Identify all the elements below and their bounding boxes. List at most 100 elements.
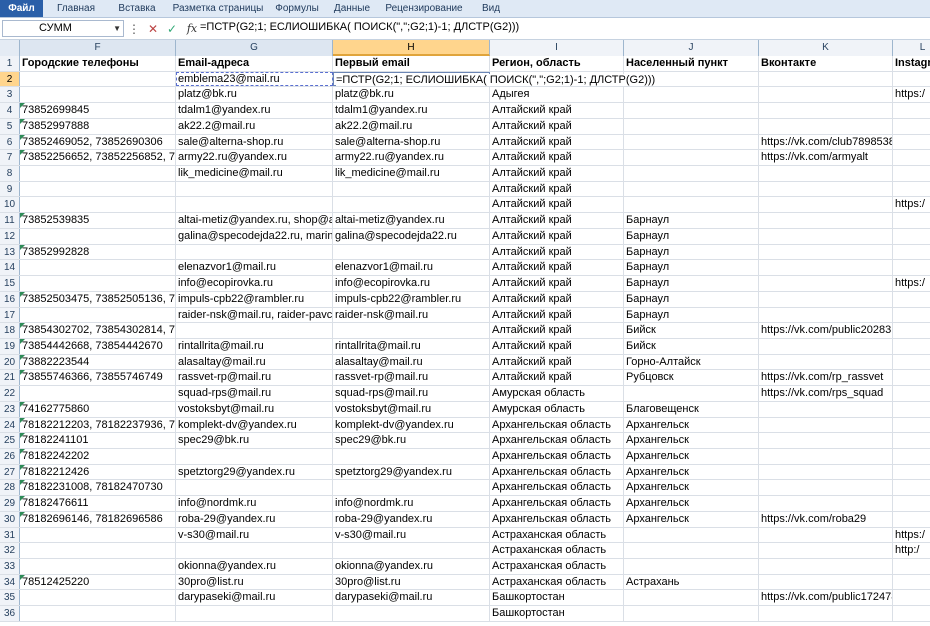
cell-f24[interactable]: 78182212203, 78182237936, 7818 xyxy=(20,417,176,433)
cell-l35[interactable] xyxy=(893,590,930,605)
cell-f29[interactable]: 78182476611 xyxy=(20,496,176,511)
cell-j18[interactable]: Бийск xyxy=(624,323,759,338)
cell-i9[interactable]: Алтайский край xyxy=(490,181,624,197)
cell-h28[interactable] xyxy=(333,480,490,496)
cell-i30[interactable]: Архангельская область xyxy=(490,511,624,527)
row-header[interactable]: 17 xyxy=(0,307,20,323)
tab-page-layout[interactable]: Разметка страницы xyxy=(165,0,271,17)
row-header[interactable]: 9 xyxy=(0,181,20,197)
cell-g17[interactable]: raider-nsk@mail.ru, raider-pavc xyxy=(176,307,333,323)
cell-g26[interactable] xyxy=(176,448,333,464)
cell-j19[interactable]: Бийск xyxy=(624,338,759,354)
cell-f20[interactable]: 73882223544 xyxy=(20,354,176,370)
cell-h8[interactable]: lik_medicine@mail.ru xyxy=(333,166,490,181)
cell-k12[interactable] xyxy=(759,228,893,244)
cell-j8[interactable] xyxy=(624,166,759,181)
cell-h35[interactable]: darypaseki@mail.ru xyxy=(333,590,490,606)
cell-g23[interactable]: vostoksbyt@mail.ru xyxy=(176,401,333,417)
row-header[interactable]: 33 xyxy=(0,559,20,574)
cell-f15[interactable] xyxy=(20,276,176,291)
cell-g35[interactable]: darypaseki@mail.ru xyxy=(176,590,333,606)
cell-h20[interactable]: alasaltay@mail.ru xyxy=(333,354,490,370)
cell-h21[interactable]: rassvet-rp@mail.ru xyxy=(333,370,490,386)
column-header-i[interactable]: I xyxy=(490,40,624,56)
cell-f6[interactable]: 73852469052, 73852690306 xyxy=(20,134,176,150)
cell-h27[interactable]: spetztorg29@yandex.ru xyxy=(333,464,490,480)
cell-j33[interactable] xyxy=(624,559,759,574)
cell-k36[interactable] xyxy=(759,606,893,621)
cell-k29[interactable] xyxy=(759,496,893,511)
cell-i27[interactable]: Архангельская область xyxy=(490,464,624,480)
row-header[interactable]: 7 xyxy=(0,150,20,166)
header-cell[interactable]: Первый email xyxy=(333,56,490,71)
cell-k23[interactable] xyxy=(759,401,893,417)
cell-j32[interactable] xyxy=(624,543,759,558)
cell-l36[interactable] xyxy=(893,606,930,621)
cell-j15[interactable]: Барнаул xyxy=(624,276,759,291)
row-header[interactable]: 19 xyxy=(0,338,20,354)
row-header[interactable]: 28 xyxy=(0,480,20,496)
cell-f7[interactable]: 73852256652, 73852256852, 7385 xyxy=(20,150,176,166)
cell-j12[interactable]: Барнаул xyxy=(624,228,759,244)
cell-l17[interactable] xyxy=(893,308,930,323)
cell-l8[interactable] xyxy=(893,166,930,181)
cell-i24[interactable]: Архангельская область xyxy=(490,417,624,433)
cell-h33[interactable]: okionna@yandex.ru xyxy=(333,559,490,574)
cell-i32[interactable]: Астраханская область xyxy=(490,543,624,558)
header-cell[interactable]: Email-адреса xyxy=(176,56,333,71)
cell-l28[interactable] xyxy=(893,480,930,495)
cell-g3[interactable]: platz@bk.ru xyxy=(176,87,333,103)
cell-h5[interactable]: ak22.2@mail.ru xyxy=(333,118,490,134)
cell-i19[interactable]: Алтайский край xyxy=(490,338,624,354)
cell-h15[interactable]: info@ecopirovka.ru xyxy=(333,276,490,291)
cell-j30[interactable]: Архангельск xyxy=(624,511,759,527)
cell-g7[interactable]: army22.ru@yandex.ru xyxy=(176,150,333,166)
row-header[interactable]: 26 xyxy=(0,448,20,464)
cell-h18[interactable] xyxy=(333,323,490,338)
cell-l11[interactable] xyxy=(893,213,930,228)
column-header-j[interactable]: J xyxy=(624,40,759,56)
cell-f14[interactable] xyxy=(20,260,176,276)
cell-g6[interactable]: sale@alterna-shop.ru xyxy=(176,134,333,150)
cell-i3[interactable]: Адыгея xyxy=(490,87,624,103)
row-header[interactable]: 29 xyxy=(0,496,20,511)
cell-g11[interactable]: altai-metiz@yandex.ru, shop@a xyxy=(176,213,333,228)
cell-f23[interactable]: 74162775860 xyxy=(20,401,176,417)
cell-g27[interactable]: spetztorg29@yandex.ru xyxy=(176,464,333,480)
cell-g32[interactable] xyxy=(176,543,333,558)
cell-f18[interactable]: 73854302702, 73854302814, 73854302815, 7… xyxy=(20,323,176,338)
cell-g36[interactable] xyxy=(176,606,333,621)
cell-i16[interactable]: Алтайский край xyxy=(490,291,624,307)
cell-h34[interactable]: 30pro@list.ru xyxy=(333,574,490,590)
cell-l21[interactable] xyxy=(893,370,930,385)
cell-l22[interactable] xyxy=(893,386,930,401)
cell-l14[interactable] xyxy=(893,260,930,275)
cell-j5[interactable] xyxy=(624,118,759,134)
cell-g25[interactable]: spec29@bk.ru xyxy=(176,433,333,448)
cell-l25[interactable] xyxy=(893,433,930,448)
cell-l31[interactable]: https:/ xyxy=(893,528,930,543)
cell-h29[interactable]: info@nordmk.ru xyxy=(333,496,490,511)
cell-h3[interactable]: platz@bk.ru xyxy=(333,87,490,103)
cell-f2[interactable] xyxy=(20,71,176,87)
enter-icon[interactable]: ✓ xyxy=(166,22,178,36)
cell-j11[interactable]: Барнаул xyxy=(624,213,759,228)
cell-j7[interactable] xyxy=(624,150,759,166)
cell-k18[interactable]: https://vk.com/public20283 xyxy=(759,323,893,338)
cell-k2[interactable] xyxy=(759,71,893,87)
cell-h32[interactable] xyxy=(333,543,490,558)
cell-g12[interactable]: galina@specodejda22.ru, marin xyxy=(176,228,333,244)
cell-f31[interactable] xyxy=(20,527,176,543)
cell-k5[interactable] xyxy=(759,118,893,134)
cell-g4[interactable]: tdalm1@yandex.ru xyxy=(176,103,333,118)
cell-g20[interactable]: alasaltay@mail.ru xyxy=(176,354,333,370)
cell-i33[interactable]: Астраханская область xyxy=(490,559,624,574)
select-all-corner[interactable] xyxy=(0,40,20,56)
cell-j21[interactable]: Рубцовск xyxy=(624,370,759,386)
cell-f28[interactable]: 78182231008, 78182470730 xyxy=(20,480,176,496)
cell-h22[interactable]: squad-rps@mail.ru xyxy=(333,386,490,401)
row-header[interactable]: 8 xyxy=(0,166,20,181)
cell-k25[interactable] xyxy=(759,433,893,448)
row-header[interactable]: 1 xyxy=(0,56,20,71)
cell-k34[interactable] xyxy=(759,574,893,590)
